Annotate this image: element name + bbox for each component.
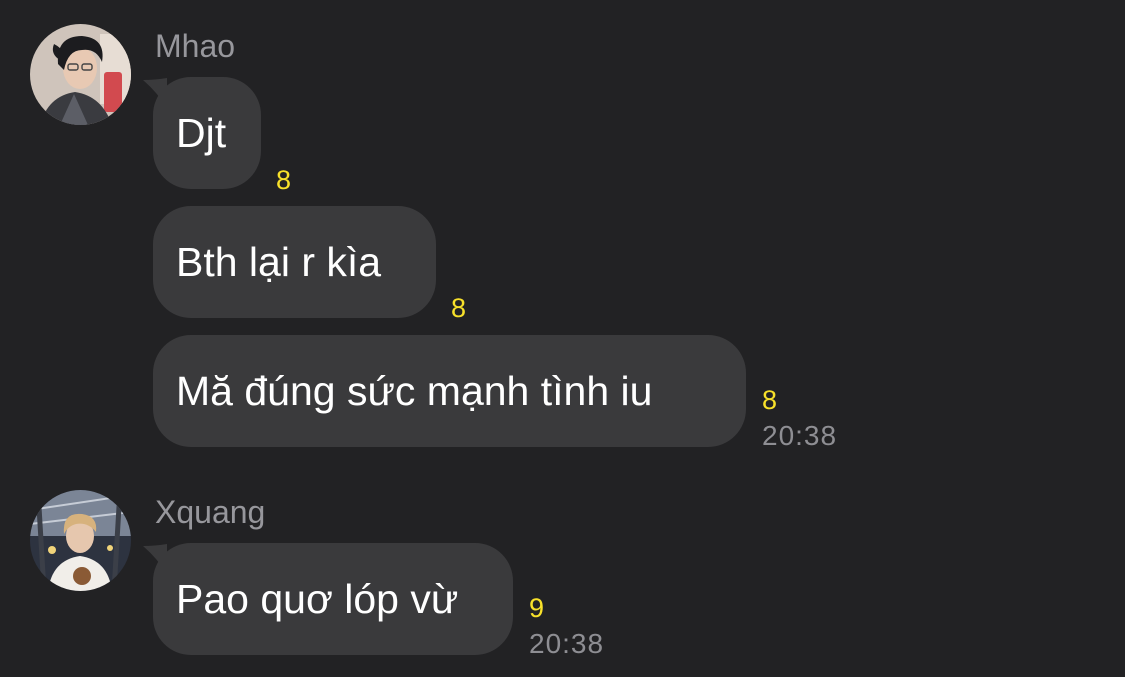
- reaction-count[interactable]: 8: [276, 167, 291, 194]
- message-bubble[interactable]: Mă đúng sức mạnh tình iu: [153, 335, 746, 447]
- message-bubble[interactable]: Bth lại r kìa: [153, 206, 436, 318]
- reaction-count[interactable]: 8: [451, 295, 466, 322]
- message-text: Mă đúng sức mạnh tình iu: [176, 368, 653, 414]
- reaction-count[interactable]: 8: [762, 387, 777, 414]
- message-text: Bth lại r kìa: [176, 239, 382, 285]
- reaction-count[interactable]: 9: [529, 595, 544, 622]
- message-timestamp: 20:38: [762, 420, 838, 451]
- avatar-photo-icon: [30, 24, 131, 125]
- message-text: Djt: [176, 110, 227, 156]
- avatar-photo-icon: [30, 490, 131, 591]
- sender-name: Xquang: [155, 494, 266, 530]
- message-bubble[interactable]: Pao quơ lóp vừ: [153, 543, 513, 655]
- chat-thread: Mhao Djt 8 Bth lại r kìa 8 Mă đúng sức m…: [0, 0, 1125, 677]
- message-text: Pao quơ lóp vừ: [176, 576, 459, 622]
- bubble-tail: [143, 78, 167, 108]
- message-bubble[interactable]: Djt: [153, 77, 261, 189]
- sender-name: Mhao: [155, 28, 236, 64]
- avatar-xquang[interactable]: [30, 490, 131, 591]
- avatar-mhao[interactable]: [30, 24, 131, 125]
- message-timestamp: 20:38: [529, 628, 605, 659]
- bubble-tail: [143, 544, 167, 574]
